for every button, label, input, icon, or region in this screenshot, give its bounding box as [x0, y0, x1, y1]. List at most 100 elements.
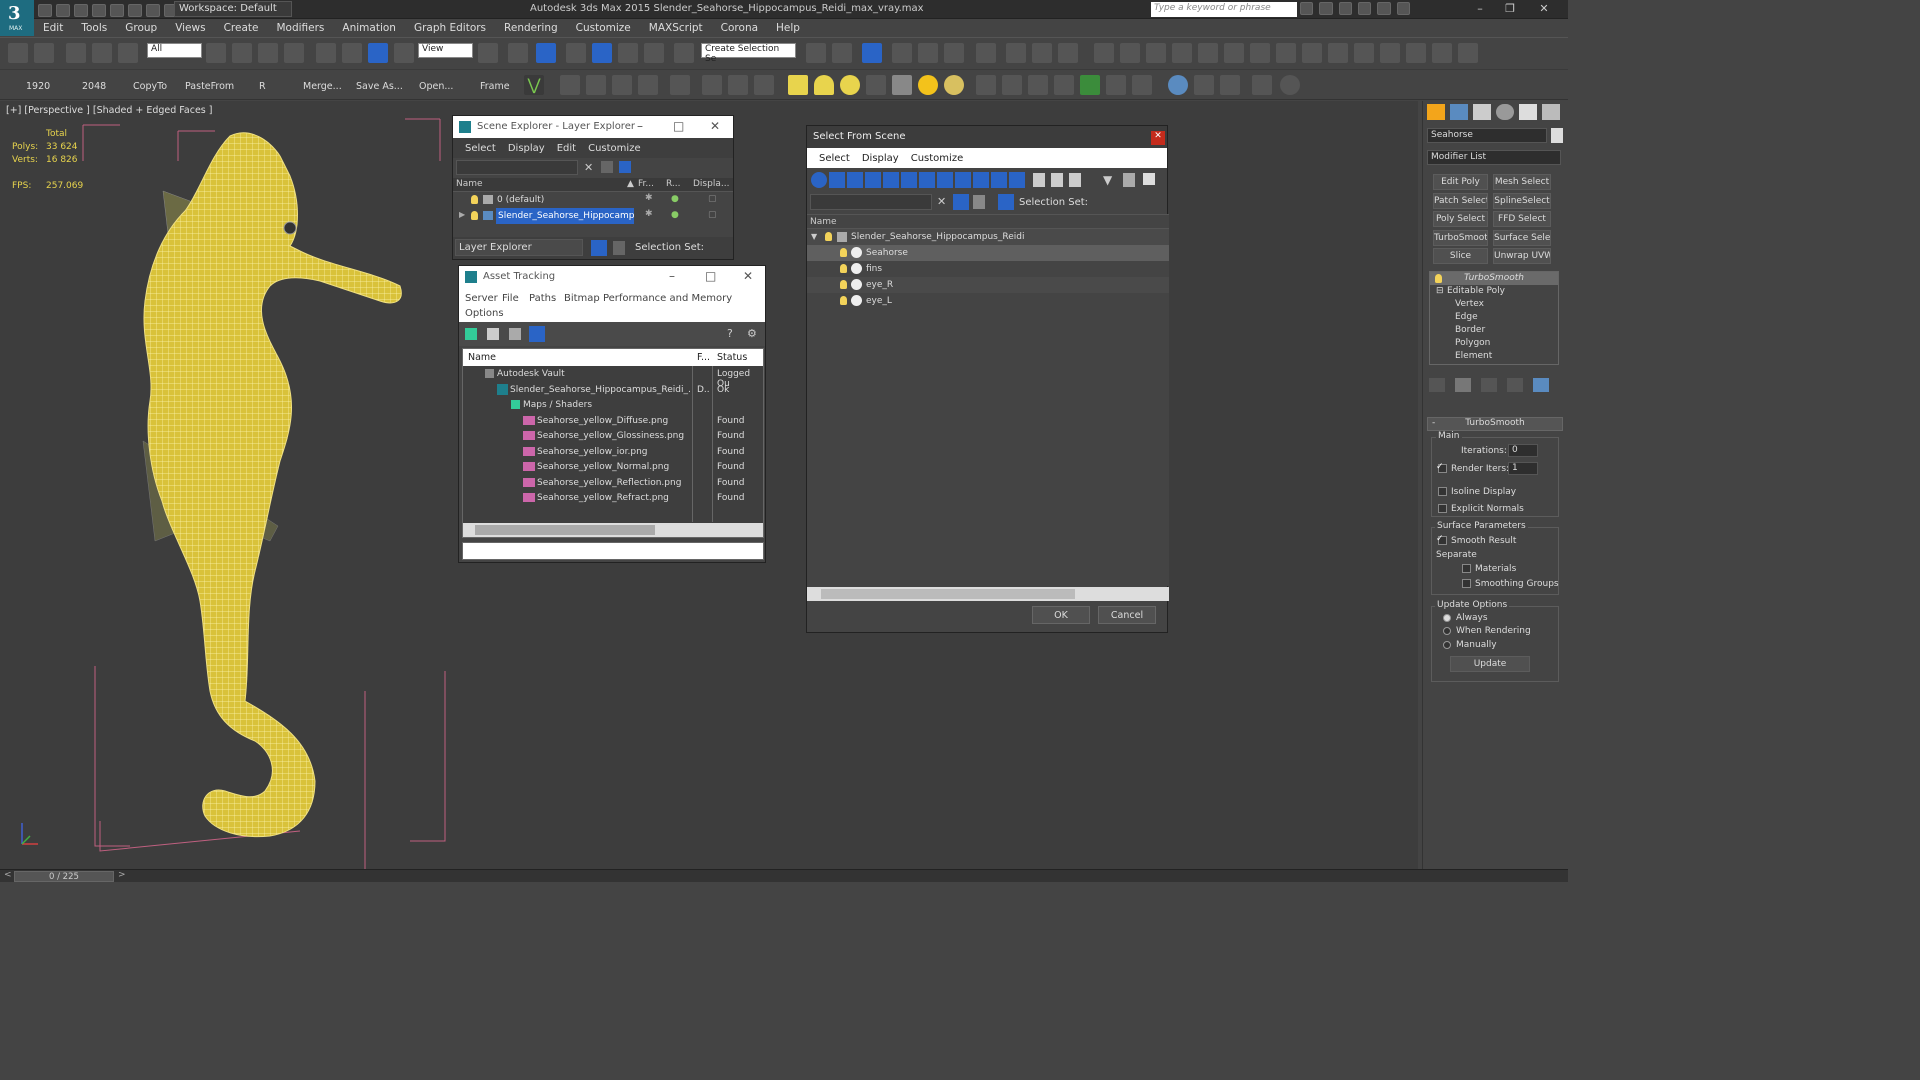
edit-poly-button[interactable]: Edit Poly — [1433, 174, 1488, 190]
scrollbar-thumb[interactable] — [475, 525, 655, 535]
close-icon[interactable]: ✕ — [743, 269, 753, 283]
modify-tab-icon[interactable] — [1450, 104, 1468, 120]
when-rendering-radio[interactable] — [1443, 627, 1451, 635]
filter-funnel-icon[interactable]: ▼ — [1103, 173, 1112, 187]
collapse-arrow-icon[interactable]: ▼ — [811, 232, 817, 241]
sfs-object-row[interactable]: eye_L — [807, 293, 1169, 309]
globe-icon[interactable] — [1168, 75, 1188, 95]
explicit-normals-checkbox[interactable] — [1438, 504, 1447, 513]
asset-path-field[interactable] — [462, 542, 764, 560]
undo-icon[interactable] — [8, 43, 28, 63]
ok-button[interactable]: OK — [1032, 606, 1090, 624]
lightbulb-icon[interactable] — [1435, 274, 1442, 283]
se-search-input[interactable] — [456, 160, 578, 175]
sfs-menu-customize[interactable]: Customize — [905, 153, 970, 164]
molecule-icon[interactable] — [1002, 75, 1022, 95]
particles-icon[interactable] — [976, 75, 996, 95]
vray-fog-icon[interactable] — [1276, 43, 1296, 63]
mesh-select-button[interactable]: Mesh Select — [1493, 174, 1551, 190]
new-file-icon[interactable] — [38, 3, 52, 17]
vray-material-icon[interactable] — [1354, 43, 1374, 63]
filter-geometry-icon[interactable] — [811, 172, 827, 188]
rotate-icon[interactable] — [342, 43, 362, 63]
filter-lights-icon[interactable] — [847, 172, 863, 188]
at-menu-paths[interactable]: Paths — [529, 293, 556, 304]
plant-icon[interactable] — [1080, 75, 1100, 95]
menu-views[interactable]: Views — [166, 22, 214, 34]
link-icon[interactable] — [66, 43, 86, 63]
vray-plane-icon[interactable] — [1172, 43, 1192, 63]
asset-row[interactable]: Seahorse_yellow_ior.png Found — [463, 444, 763, 460]
vray-sky-icon[interactable] — [1406, 43, 1426, 63]
close-button[interactable]: ✕ — [1530, 2, 1558, 17]
sun-icon[interactable] — [918, 75, 938, 95]
at-col-f[interactable]: F... — [697, 352, 710, 363]
display-invert-icon[interactable] — [1069, 173, 1081, 187]
list-icon[interactable] — [487, 328, 499, 340]
vray-sphere-icon[interactable] — [1224, 43, 1244, 63]
update-button[interactable]: Update — [1450, 656, 1530, 672]
help-settings-icon[interactable]: ⚙ — [747, 327, 757, 340]
unwrap-uvw-button[interactable]: Unwrap UVW — [1493, 248, 1551, 264]
menu-modifiers[interactable]: Modifiers — [267, 22, 333, 34]
filter-spacewarps-icon[interactable] — [901, 172, 917, 188]
omni-light-icon[interactable] — [944, 75, 964, 95]
box-icon[interactable] — [788, 75, 808, 95]
place-icon[interactable] — [394, 43, 414, 63]
vray-sun-icon[interactable] — [1120, 43, 1140, 63]
cloth-icon[interactable] — [1132, 75, 1152, 95]
redo-dropdown-icon[interactable] — [146, 3, 160, 17]
filter-cameras-icon[interactable] — [865, 172, 881, 188]
at-col-name[interactable]: Name — [468, 352, 496, 363]
sfs-col-name[interactable]: Name — [810, 217, 837, 227]
r-button[interactable]: R — [259, 81, 266, 92]
cone-icon[interactable] — [892, 75, 912, 95]
menu-tools[interactable]: Tools — [72, 22, 116, 34]
lightbulb-icon[interactable] — [825, 232, 832, 241]
vray-rt-icon[interactable] — [1328, 43, 1348, 63]
smoothing-groups-checkbox[interactable] — [1462, 579, 1471, 588]
star-icon[interactable] — [1357, 2, 1372, 15]
redo-icon[interactable] — [34, 43, 54, 63]
asset-row[interactable]: Maps / Shaders — [463, 397, 763, 413]
se-menu-customize[interactable]: Customize — [582, 143, 647, 154]
move-icon[interactable] — [316, 43, 336, 63]
pastefrom-button[interactable]: PasteFrom — [185, 81, 234, 92]
vray-dome-icon[interactable] — [1432, 43, 1452, 63]
expand-icon[interactable]: ⊟ — [1436, 286, 1444, 296]
filter-bones-icon[interactable] — [955, 172, 971, 188]
pivot-icon[interactable] — [478, 43, 498, 63]
modifier-list-dropdown[interactable]: Modifier List — [1427, 150, 1561, 165]
grid-icon[interactable] — [612, 75, 632, 95]
lightbulb-icon[interactable] — [840, 264, 847, 273]
tb-2048-button[interactable]: 2048 — [82, 81, 106, 92]
wireframe-icon[interactable] — [1028, 75, 1048, 95]
cancel-button[interactable]: Cancel — [1098, 606, 1156, 624]
filter-groups-icon[interactable] — [919, 172, 935, 188]
hair-fur-icon[interactable] — [1106, 75, 1126, 95]
search-input[interactable]: Type a keyword or phrase — [1151, 2, 1297, 17]
named-selection-dropdown[interactable]: Create Selection Se — [701, 43, 796, 64]
scale-icon[interactable] — [368, 43, 388, 63]
stack-vertex[interactable]: Vertex — [1455, 299, 1484, 309]
object-color-swatch[interactable] — [1551, 128, 1563, 143]
sfs-object-row[interactable]: Seahorse — [807, 245, 1169, 261]
collapse-icon[interactable]: - — [1432, 418, 1435, 428]
asset-tracking-titlebar[interactable]: Asset Tracking – □ ✕ — [459, 266, 765, 288]
lightbulb-icon[interactable] — [840, 280, 847, 289]
tb-1920-button[interactable]: 1920 — [26, 81, 50, 92]
filter-xrefs-icon[interactable] — [937, 172, 953, 188]
display-tab-icon[interactable] — [1519, 104, 1537, 120]
maximize-icon[interactable]: □ — [673, 119, 684, 133]
render-production-icon[interactable] — [1058, 43, 1078, 63]
turbosmooth-button[interactable]: TurboSmooth — [1433, 230, 1488, 246]
lightbulb-icon[interactable] — [840, 296, 847, 305]
curve-editor-icon[interactable] — [918, 43, 938, 63]
turbosmooth-rollout-header[interactable]: - TurboSmooth — [1427, 417, 1563, 431]
rendered-frame-window-icon[interactable] — [1032, 43, 1052, 63]
minimize-icon[interactable]: – — [637, 119, 643, 133]
vray-ies-icon[interactable] — [1458, 43, 1478, 63]
hemisphere-icon[interactable] — [814, 75, 834, 95]
manually-radio[interactable] — [1443, 641, 1451, 649]
vray-proxy-icon[interactable] — [1198, 43, 1218, 63]
